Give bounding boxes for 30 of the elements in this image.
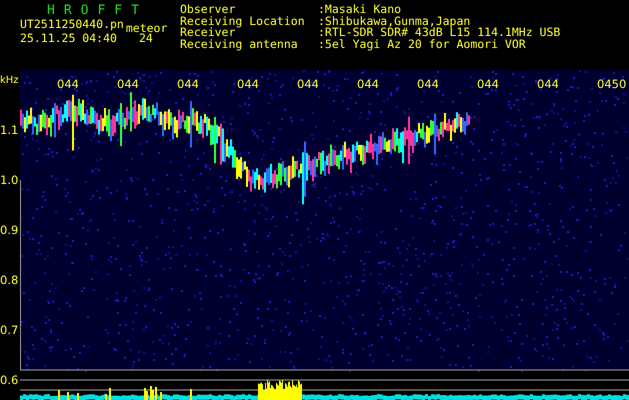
info-label: Receiver xyxy=(180,27,236,38)
info-value: :Masaki Kano xyxy=(318,4,402,16)
info-label: Receiving antenna xyxy=(180,38,299,50)
frequency-label: 0.9 xyxy=(0,222,20,239)
frequency-label: 0.8 xyxy=(0,272,20,289)
time-label: 044 xyxy=(417,77,439,91)
time-label: 044 xyxy=(357,77,379,91)
frequency-label: 1.0 xyxy=(0,172,20,189)
time-label: 044 xyxy=(537,77,559,91)
info-label: Observer xyxy=(180,4,236,16)
timestamp: 25.11.25 04:40 xyxy=(20,32,117,44)
time-label: 0450 xyxy=(597,77,626,91)
frequency-label: 0.6 xyxy=(0,372,20,389)
frequency-label: 0.7 xyxy=(0,322,20,339)
info-value: :Shibukawa,Gunma,Japan xyxy=(318,16,472,27)
time-label: 044 xyxy=(177,77,199,91)
app-title: HROFFT xyxy=(46,4,149,17)
info-label: Receiving Location xyxy=(180,16,306,27)
time-label: 044 xyxy=(237,77,259,91)
time-label: 044 xyxy=(57,77,79,91)
info-value: :5el Yagi Az 20 for Aomori VOR xyxy=(318,38,527,50)
time-label: 044 xyxy=(477,77,499,91)
axis-unit: kHz xyxy=(0,74,20,88)
info-value: :RTL-SDR SDR# 43dB L15 114.1MHz USB xyxy=(318,27,560,38)
time-label: 044 xyxy=(117,77,139,91)
file-name: UT2511250440.pn xyxy=(20,19,124,30)
time-label: 044 xyxy=(297,77,319,91)
mode-label: meteor xyxy=(126,23,168,34)
frequency-label: 1.1 xyxy=(0,122,20,139)
count-label: 24 xyxy=(138,32,153,44)
